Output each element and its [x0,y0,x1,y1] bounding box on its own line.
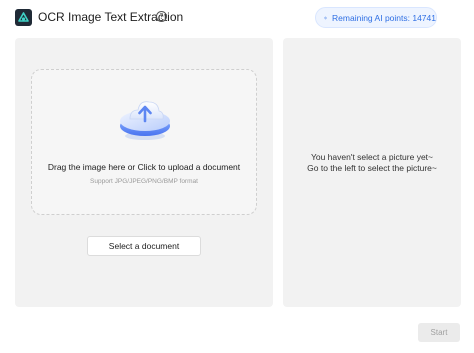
app-logo-icon [15,9,32,26]
empty-message-line-2: Go to the left to select the picture~ [307,163,437,173]
upload-dropzone[interactable]: Drag the image here or Click to upload a… [31,69,257,215]
ai-points-label: Remaining AI points: 14741 [332,12,436,23]
preview-panel: You haven't select a picture yet~ Go to … [283,38,461,307]
dropzone-format-hint: Support JPG/JPEG/PNG/BMP format [90,178,198,185]
cloud-upload-icon [120,101,170,140]
ai-points-badge[interactable]: Remaining AI points: 14741 [315,7,437,28]
dropzone-title: Drag the image here or Click to upload a… [47,162,241,172]
title-bar: OCR Image Text Extraction ? Remaining AI… [0,0,474,36]
help-icon[interactable]: ? [156,11,167,22]
empty-message-line-1: You haven't select a picture yet~ [310,152,434,162]
ai-points-icon [324,15,328,20]
select-document-button[interactable]: Select a document [87,236,201,256]
empty-preview-message: You haven't select a picture yet~ Go to … [283,152,461,174]
start-button[interactable]: Start [418,323,460,342]
upload-panel: Drag the image here or Click to upload a… [15,38,273,307]
